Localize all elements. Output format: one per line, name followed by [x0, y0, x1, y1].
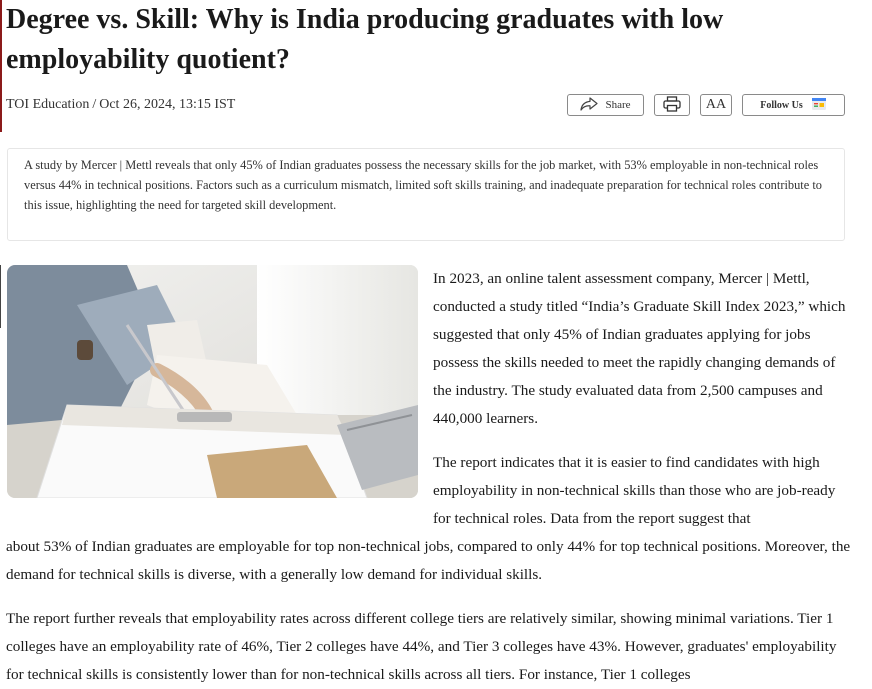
follow-us-label: Follow Us: [760, 99, 803, 111]
article-title: Degree vs. Skill: Why is India producing…: [6, 4, 724, 75]
publish-date: Oct 26, 2024, 13:15 IST: [99, 97, 236, 112]
printer-icon: [663, 95, 681, 115]
print-button[interactable]: [654, 94, 690, 116]
google-news-icon: [811, 97, 827, 114]
hero-image: [7, 265, 418, 498]
share-button[interactable]: Share: [567, 94, 644, 116]
left-accent-rule: [0, 0, 2, 132]
share-arrow-icon: [580, 96, 599, 114]
share-label: Share: [605, 99, 631, 111]
body-paragraph-2-continued: about 53% of Indian graduates are employ…: [6, 538, 851, 583]
left-divider-line: [0, 265, 1, 328]
byline-separator: /: [92, 97, 97, 112]
font-size-button[interactable]: AA: [700, 94, 732, 116]
body-paragraph-3: The report further reveals that employab…: [6, 610, 837, 683]
article-summary: A study by Mercer | Mettl reveals that o…: [7, 148, 845, 241]
article-byline: TOI Education / Oct 26, 2024, 13:15 IST: [6, 97, 235, 113]
follow-us-button[interactable]: Follow Us: [742, 94, 845, 116]
body-paragraph-1: In 2023, an online talent assessment com…: [433, 270, 846, 427]
author-link[interactable]: TOI Education: [6, 97, 89, 112]
body-paragraph-2: The report indicates that it is easier t…: [433, 454, 836, 527]
